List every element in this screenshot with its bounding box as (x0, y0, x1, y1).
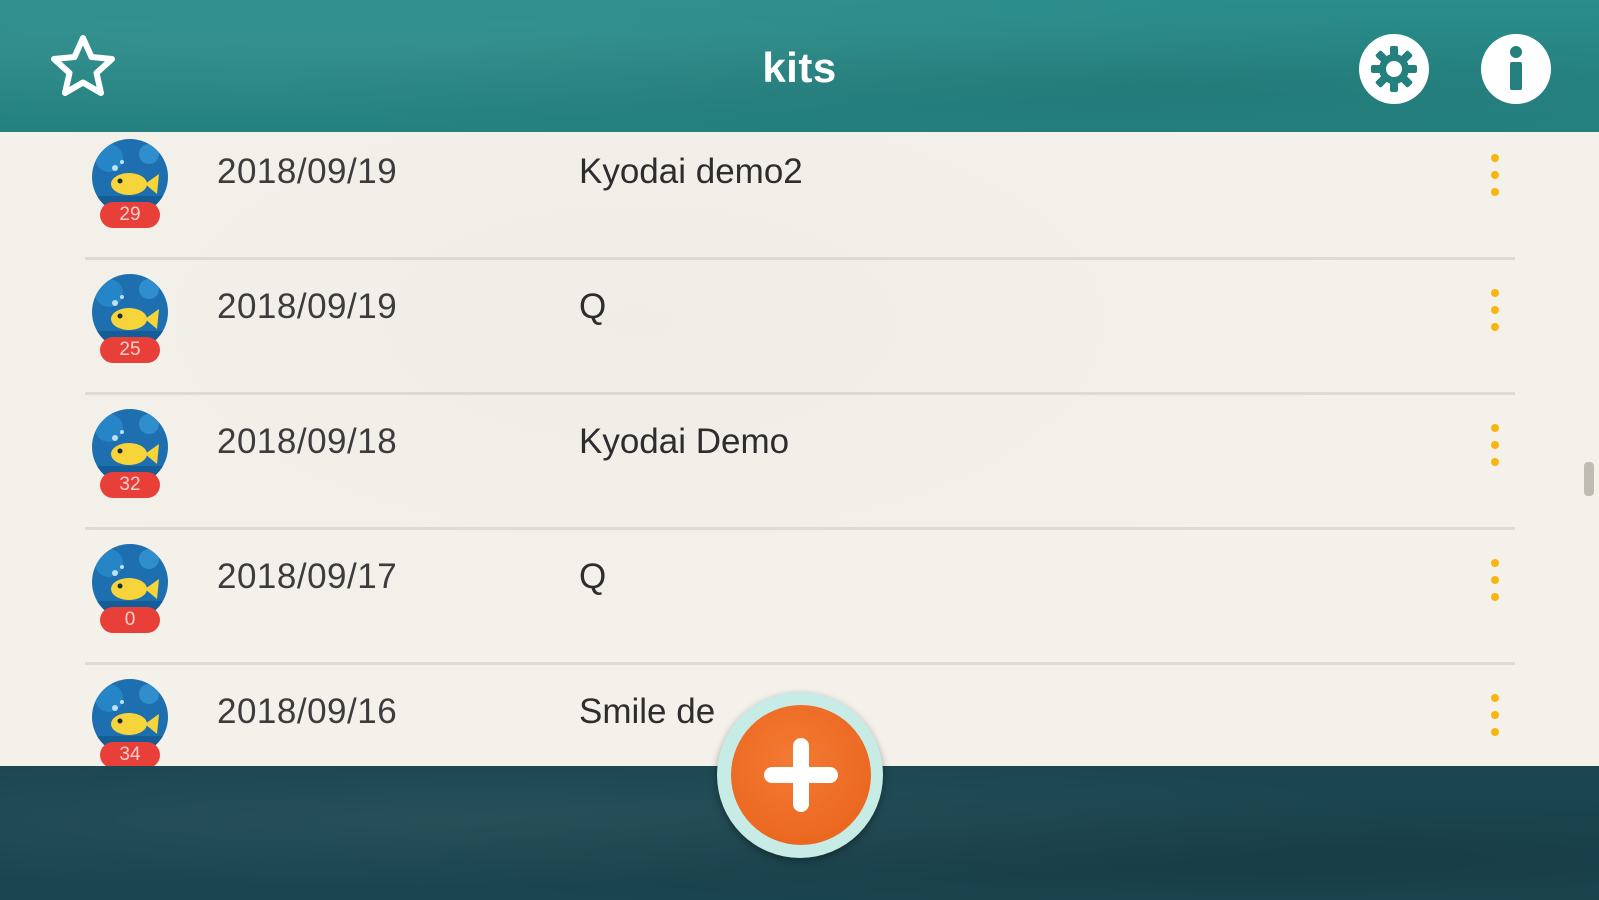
kit-date: 2018/09/19 (217, 152, 398, 191)
scrollbar[interactable] (1584, 462, 1594, 496)
item-count-badge: 34 (100, 742, 160, 768)
menu-dot (1491, 323, 1499, 331)
menu-dot (1491, 728, 1499, 736)
kit-name: Smile de (579, 692, 716, 731)
plus-icon (764, 738, 838, 812)
info-button[interactable] (1480, 33, 1552, 105)
gear-icon (1359, 34, 1429, 104)
more-options-icon[interactable] (1480, 150, 1510, 200)
more-options-icon[interactable] (1480, 555, 1510, 605)
app-header: kits (0, 0, 1599, 140)
more-options-icon[interactable] (1480, 690, 1510, 740)
item-count-badge: 29 (100, 202, 160, 228)
menu-dot (1491, 576, 1499, 584)
item-count-badge: 32 (100, 472, 160, 498)
kit-row[interactable]: 0 2018/09/17 Q (85, 529, 1515, 665)
kit-row[interactable]: 29 2018/09/19 Kyodai demo2 (85, 132, 1515, 260)
kit-date: 2018/09/17 (217, 557, 398, 596)
add-kit-button[interactable] (731, 705, 871, 845)
item-count-badge: 25 (100, 337, 160, 363)
kit-list: 29 2018/09/19 Kyodai demo2 25 2018/09/19 Q 32 2… (0, 132, 1599, 768)
kit-date: 2018/09/16 (217, 692, 398, 731)
menu-dot (1491, 289, 1499, 297)
info-icon (1481, 34, 1551, 104)
kit-row[interactable]: 25 2018/09/19 Q (85, 259, 1515, 395)
menu-dot (1491, 694, 1499, 702)
menu-dot (1491, 559, 1499, 567)
menu-dot (1491, 424, 1499, 432)
more-options-icon[interactable] (1480, 420, 1510, 470)
kit-name: Kyodai demo2 (579, 152, 803, 191)
menu-dot (1491, 441, 1499, 449)
kit-name: Kyodai Demo (579, 422, 790, 461)
settings-button[interactable] (1358, 33, 1430, 105)
kit-name: Q (579, 287, 607, 326)
menu-dot (1491, 458, 1499, 466)
menu-dot (1491, 593, 1499, 601)
kit-row[interactable]: 32 2018/09/18 Kyodai Demo (85, 394, 1515, 530)
more-options-icon[interactable] (1480, 285, 1510, 335)
menu-dot (1491, 188, 1499, 196)
item-count-badge: 0 (100, 607, 160, 633)
menu-dot (1491, 711, 1499, 719)
menu-dot (1491, 306, 1499, 314)
menu-dot (1491, 154, 1499, 162)
menu-dot (1491, 171, 1499, 179)
kit-date: 2018/09/18 (217, 422, 398, 461)
kit-date: 2018/09/19 (217, 287, 398, 326)
kit-name: Q (579, 557, 607, 596)
